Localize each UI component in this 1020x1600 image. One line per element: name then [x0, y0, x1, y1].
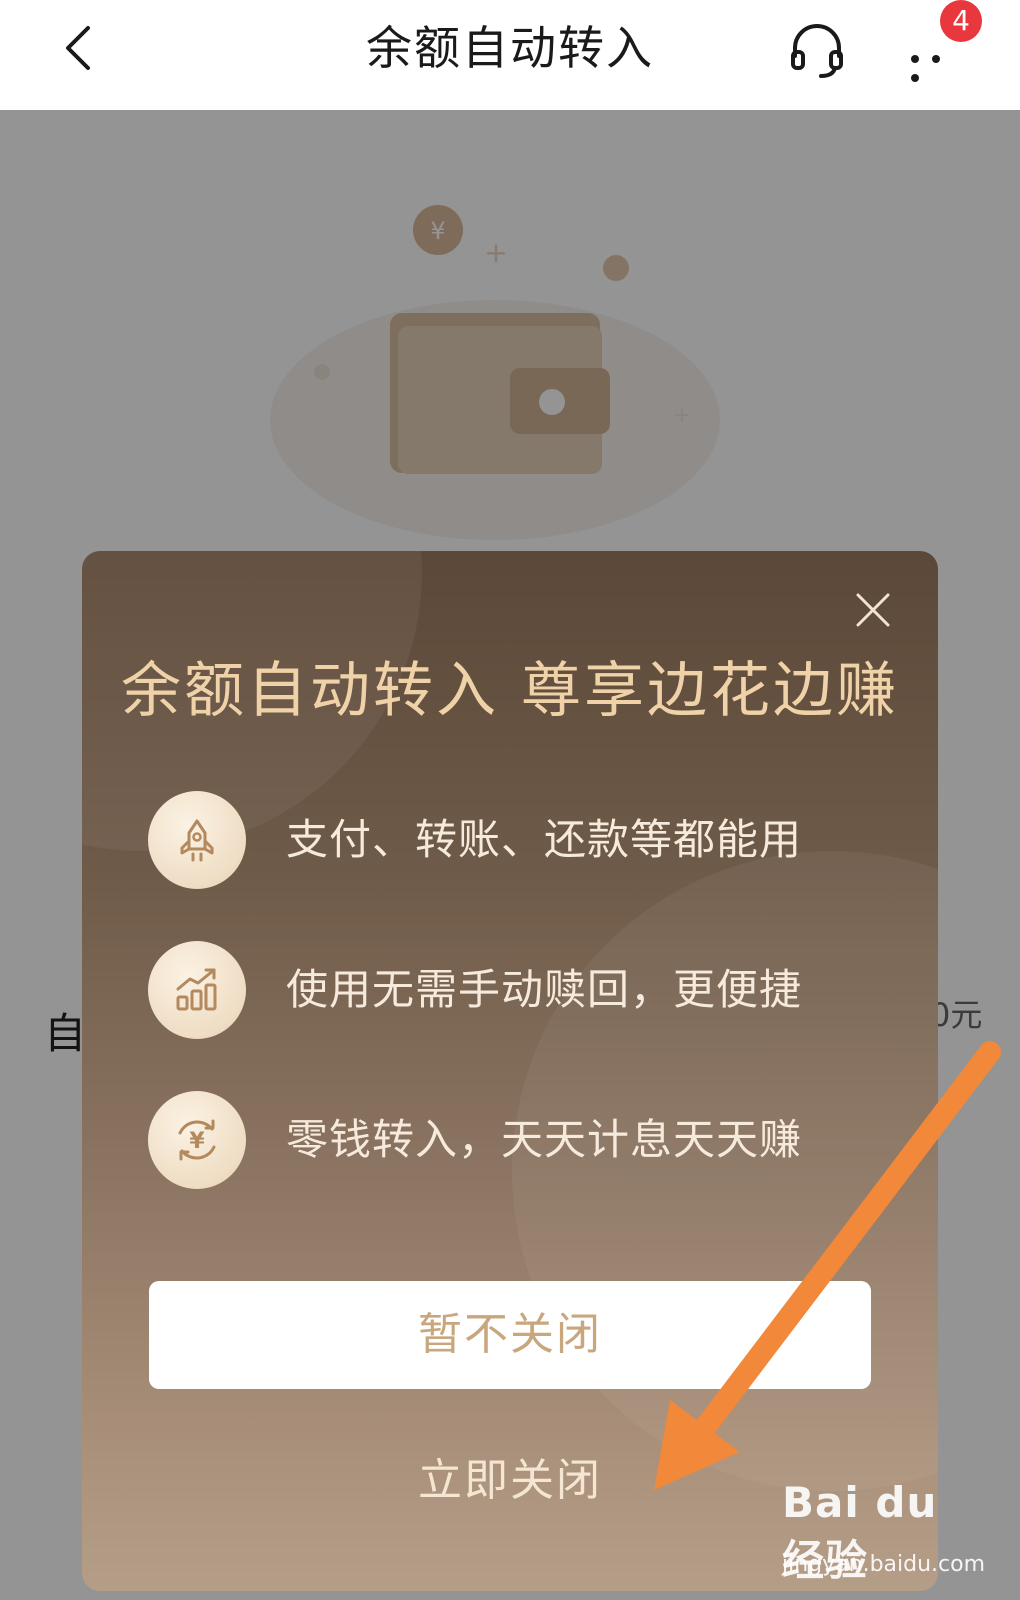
- feature-item: 支付、转账、还款等都能用: [148, 791, 888, 891]
- keep-enabled-button[interactable]: 暂不关闭: [149, 1281, 871, 1389]
- feature-icon-badge: [148, 791, 246, 889]
- yuan-cycle-icon: ¥: [178, 1119, 216, 1161]
- auto-transfer-dialog: 余额自动转入 尊享边花边赚 支付、转账、还款等都能用 使用无需手动赎回，更便捷 …: [82, 551, 938, 1591]
- watermark-url: jingyan.baidu.com: [782, 1552, 986, 1577]
- svg-text:¥: ¥: [189, 1129, 205, 1154]
- customer-service-button[interactable]: [785, 18, 849, 82]
- growth-chart-icon: [176, 968, 217, 1011]
- more-dots-icon: [911, 48, 971, 82]
- feature-icon-badge: ¥: [148, 1091, 246, 1189]
- feature-text: 零钱转入，天天计息天天赚: [286, 1115, 803, 1164]
- dialog-title: 余额自动转入 尊享边花边赚: [120, 656, 900, 726]
- top-nav-bar: 余额自动转入 4: [0, 0, 1020, 110]
- page-title: 余额自动转入: [366, 21, 654, 75]
- close-dialog-button[interactable]: [852, 589, 894, 631]
- feature-icon-badge: [148, 941, 246, 1039]
- close-icon: [856, 593, 890, 627]
- feature-item: 使用无需手动赎回，更便捷: [148, 941, 888, 1041]
- feature-item: ¥ 零钱转入，天天计息天天赚: [148, 1091, 888, 1191]
- notification-badge: 4: [940, 0, 982, 42]
- rocket-icon: [180, 819, 214, 862]
- baidu-jingyan-watermark: Bai du 经验 jingyan.baidu.com: [782, 1478, 986, 1588]
- headset-icon: [791, 24, 843, 78]
- feature-text: 使用无需手动赎回，更便捷: [286, 965, 803, 1014]
- feature-text: 支付、转账、还款等都能用: [286, 815, 803, 864]
